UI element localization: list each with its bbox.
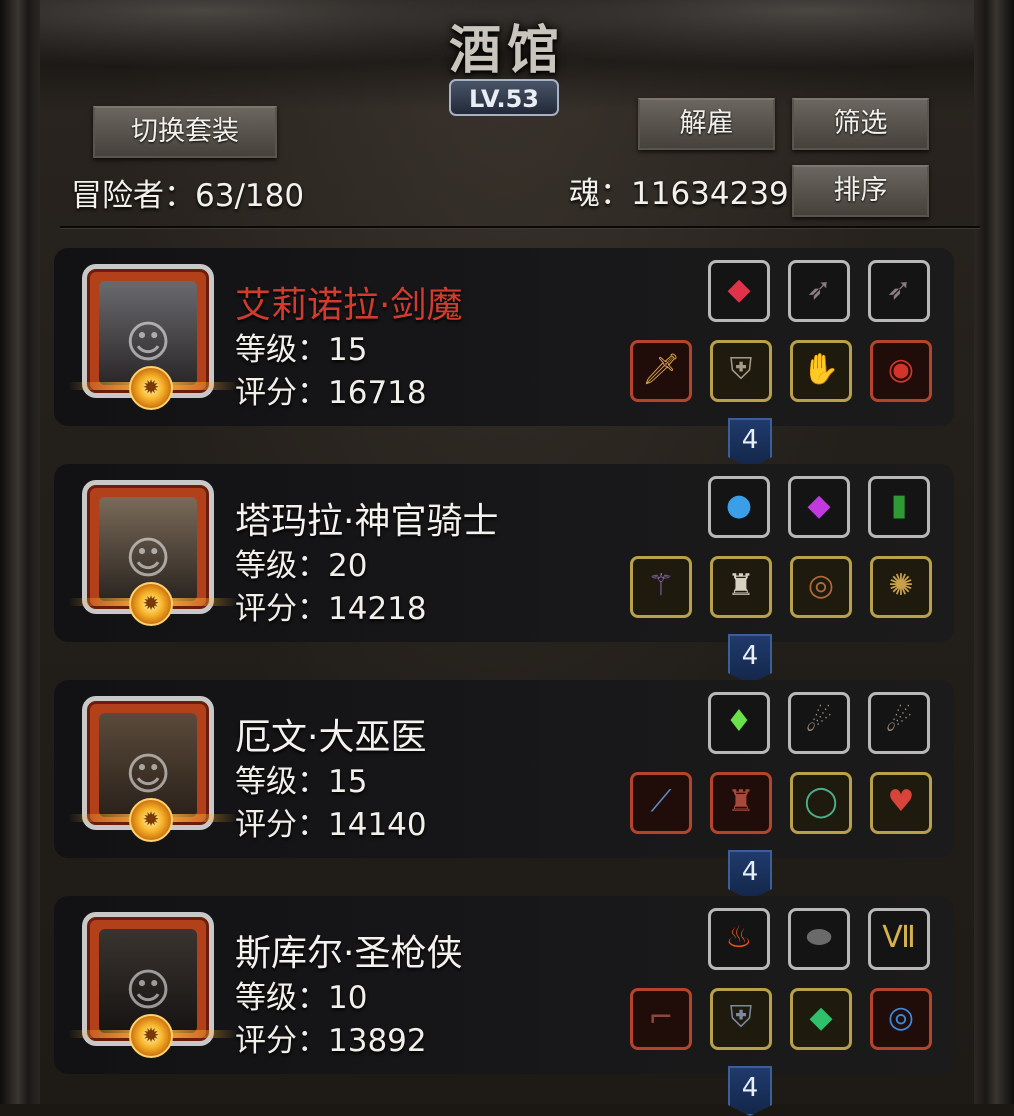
dark-feather-icon[interactable]: ➶ [868,260,930,322]
sword-icon[interactable]: 🗡 [630,340,692,402]
hero-card[interactable]: ☺ ✹ 艾莉诺拉·剑魔等级：15 评分：16718 ◆ ➶ ➶ 🗡 ⛨ ✋ ◉ [54,248,954,426]
hero-card[interactable]: ☺ ✹ 厄文·大巫医等级：15 评分：14140 ♦ ☄ ☄ ⟋ ♜ ◯ ♥ [54,680,954,858]
stone-icon[interactable]: ⬬ [788,908,850,970]
purple-gem-icon[interactable]: ◆ [788,476,850,538]
sort-button[interactable]: 排序 [792,165,929,217]
green-ring-icon[interactable]: ◯ [790,772,852,834]
armor-icon[interactable]: ⛨ [710,340,772,402]
class-emblem-icon: ✹ [129,1014,173,1058]
staff-icon[interactable]: ⟋ [630,772,692,834]
green-tablet-icon[interactable]: ▮ [868,476,930,538]
hero-score: 评分：14140 [235,807,427,843]
hero-level: 等级：20 [235,548,368,584]
class-emblem-icon: ✹ [129,366,173,410]
hero-name: 厄文·大巫医 [235,717,427,758]
heart-pendant-icon[interactable]: ♥ [870,772,932,834]
portrait-face-icon: ☺ [125,317,171,368]
claw-icon[interactable]: ☄ [788,692,850,754]
amulet-icon[interactable]: ✺ [870,556,932,618]
green-crystal-icon[interactable]: ♦ [708,692,770,754]
coat-icon[interactable]: ⛨ [710,988,772,1050]
hero-level: 等级：10 [235,980,368,1016]
switch-outfit-button[interactable]: 切换套装 [93,106,277,158]
hero-card[interactable]: ☺ ✹ 斯库尔·圣枪侠等级：10 评分：13892 ♨ ⬬ Ⅶ ⌐ ⛨ ◆ ◎ [54,896,954,1074]
vii-emblem-icon[interactable]: Ⅶ [868,908,930,970]
class-emblem-icon: ✹ [129,582,173,626]
emerald-icon[interactable]: ◆ [790,988,852,1050]
left-frame-border [0,0,40,1104]
page-title: 酒馆 [448,20,565,81]
portrait-face-icon: ☺ [125,749,171,800]
red-gem-icon[interactable]: ◆ [708,260,770,322]
soul-currency: 魂：11634239 [569,176,789,212]
hero-level: 等级：15 [235,764,368,800]
gauntlet-icon[interactable]: ✋ [790,340,852,402]
pistol-icon[interactable]: ⌐ [630,988,692,1050]
portrait-face-icon: ☺ [125,533,171,584]
claw-icon[interactable]: ☄ [868,692,930,754]
portrait-face-icon: ☺ [125,965,171,1016]
robe-icon[interactable]: ♜ [710,556,772,618]
blue-orb-icon[interactable]: ● [708,476,770,538]
tavern-level-badge: LV.53 [449,79,559,116]
blue-ring-icon[interactable]: ◎ [870,988,932,1050]
hero-score: 评分：14218 [235,591,427,627]
header-divider [60,226,980,228]
dark-feather-icon[interactable]: ➶ [788,260,850,322]
hero-score: 评分：16718 [235,375,427,411]
red-ring-icon[interactable]: ◉ [870,340,932,402]
hero-name: 艾莉诺拉·剑魔 [235,285,463,326]
class-emblem-icon: ✹ [129,798,173,842]
rank-tag: 4 [728,1066,772,1116]
scepter-icon[interactable]: ⚚ [630,556,692,618]
hero-card[interactable]: ☺ ✹ 塔玛拉·神官骑士等级：20 评分：14218 ● ◆ ▮ ⚚ ♜ ◎ ✺ [54,464,954,642]
dismiss-button[interactable]: 解雇 [638,98,775,150]
hero-score: 评分：13892 [235,1023,427,1059]
hero-name: 斯库尔·圣枪侠 [235,933,463,974]
adventurer-count: 冒险者：63/180 [71,178,305,214]
right-frame-border [974,0,1014,1104]
hero-level: 等级：15 [235,332,368,368]
hero-name: 塔玛拉·神官骑士 [235,501,499,542]
fire-orb-icon[interactable]: ♨ [708,908,770,970]
red-robe-icon[interactable]: ♜ [710,772,772,834]
filter-button[interactable]: 筛选 [792,98,929,150]
bracelet-icon[interactable]: ◎ [790,556,852,618]
